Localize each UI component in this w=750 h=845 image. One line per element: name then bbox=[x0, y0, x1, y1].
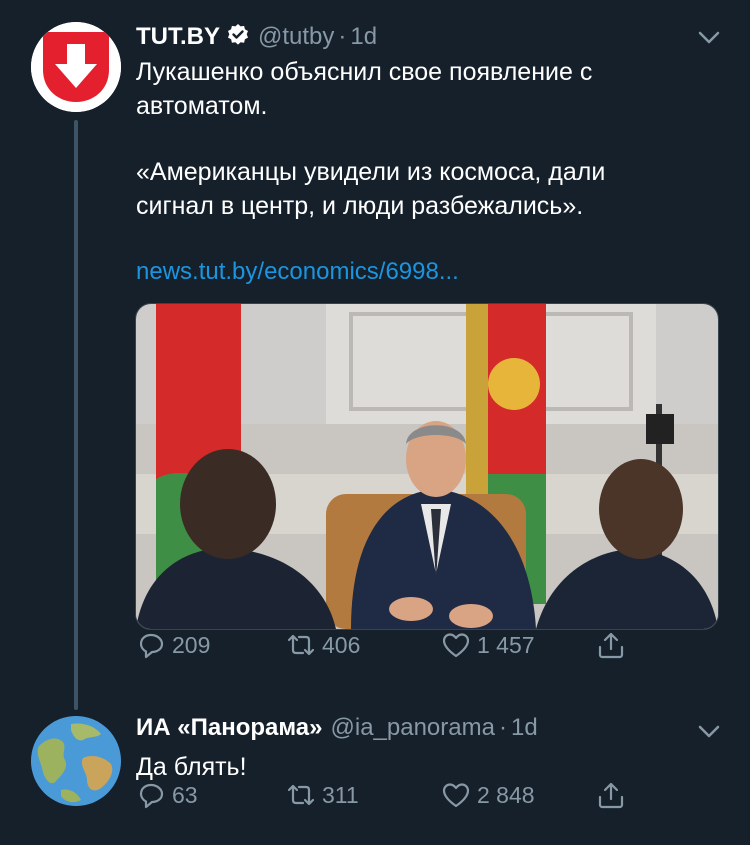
share-button[interactable] bbox=[596, 780, 632, 810]
handle[interactable]: @ia_panorama bbox=[331, 714, 495, 742]
share-icon bbox=[598, 632, 624, 659]
retweet-count: 406 bbox=[322, 631, 361, 658]
separator: · bbox=[338, 23, 347, 50]
retweet-count: 311 bbox=[322, 781, 359, 808]
like-button[interactable]: 1 457 bbox=[441, 630, 535, 660]
tweet-header: TUT.BY @tutby · 1d bbox=[136, 20, 377, 51]
tweet-header: ИА «Панорама» @ia_panorama · 1d bbox=[136, 714, 538, 742]
tweet-text-line: «Американцы увидели из космоса, дали bbox=[136, 158, 606, 186]
tweet-text: Да блять! bbox=[136, 753, 247, 781]
tweet-link[interactable]: news.tut.by/economics/6998... bbox=[136, 258, 459, 286]
retweet-button[interactable]: 406 bbox=[286, 630, 360, 660]
share-icon bbox=[598, 782, 624, 809]
interview-photo bbox=[136, 304, 718, 629]
reply-button[interactable]: 209 bbox=[136, 630, 210, 660]
reply-count: 209 bbox=[172, 631, 211, 658]
thread-connector-line bbox=[74, 120, 78, 710]
timestamp[interactable]: 1d bbox=[350, 23, 377, 51]
chevron-down-icon[interactable] bbox=[696, 718, 722, 744]
handle[interactable]: @tutby bbox=[258, 23, 334, 51]
separator: · bbox=[498, 714, 507, 741]
like-button[interactable]: 2 848 bbox=[441, 780, 535, 810]
like-count: 1 457 bbox=[477, 631, 535, 658]
tutby-logo-icon bbox=[31, 22, 121, 112]
avatar[interactable] bbox=[31, 22, 121, 112]
tweet-text-line: сигнал в центр, и люди разбежались». bbox=[136, 192, 584, 220]
display-name[interactable]: ИА «Панорама» bbox=[136, 714, 323, 742]
globe-icon bbox=[31, 716, 121, 806]
retweet-icon bbox=[287, 634, 315, 656]
tweet-text-line: Лукашенко объяснил свое появление с bbox=[136, 58, 593, 86]
timestamp[interactable]: 1d bbox=[511, 714, 538, 742]
reply-icon bbox=[139, 633, 164, 659]
verified-badge-icon bbox=[226, 23, 250, 47]
reply-button[interactable]: 63 bbox=[136, 780, 198, 810]
like-icon bbox=[442, 633, 470, 658]
chevron-down-icon[interactable] bbox=[696, 24, 722, 50]
retweet-icon bbox=[287, 784, 315, 806]
like-count: 2 848 bbox=[477, 781, 535, 808]
reply-icon bbox=[139, 783, 164, 809]
tweet-text-line: автоматом. bbox=[136, 92, 268, 120]
like-icon bbox=[442, 783, 470, 808]
retweet-button[interactable]: 311 bbox=[286, 780, 359, 810]
tweet-media-image[interactable] bbox=[135, 303, 719, 630]
display-name[interactable]: TUT.BY bbox=[136, 23, 220, 51]
reply-count: 63 bbox=[172, 781, 198, 808]
avatar[interactable] bbox=[31, 716, 121, 806]
tweet-text: Лукашенко объяснил свое появление с авто… bbox=[136, 55, 696, 223]
share-button[interactable] bbox=[596, 630, 632, 660]
